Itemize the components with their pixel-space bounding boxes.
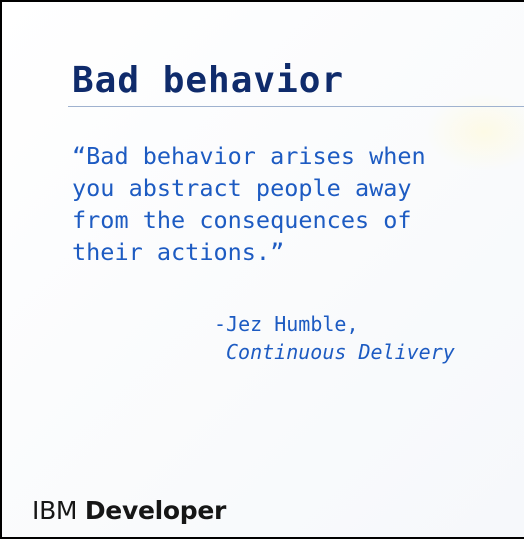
- brand-logo: IBM Developer: [32, 496, 226, 525]
- quote-attribution: -Jez Humble, Continuous Delivery: [214, 310, 455, 366]
- quote-text: “Bad behavior arises when you abstract p…: [72, 142, 426, 266]
- slide-title: Bad behavior: [72, 60, 345, 101]
- attribution-source: Continuous Delivery: [226, 340, 455, 364]
- brand-company: IBM: [32, 496, 78, 525]
- brand-product: Developer: [84, 496, 227, 525]
- title-divider: [68, 106, 524, 107]
- attribution-author: -Jez Humble,: [214, 312, 359, 336]
- slide: Bad behavior “Bad behavior arises when y…: [2, 2, 524, 537]
